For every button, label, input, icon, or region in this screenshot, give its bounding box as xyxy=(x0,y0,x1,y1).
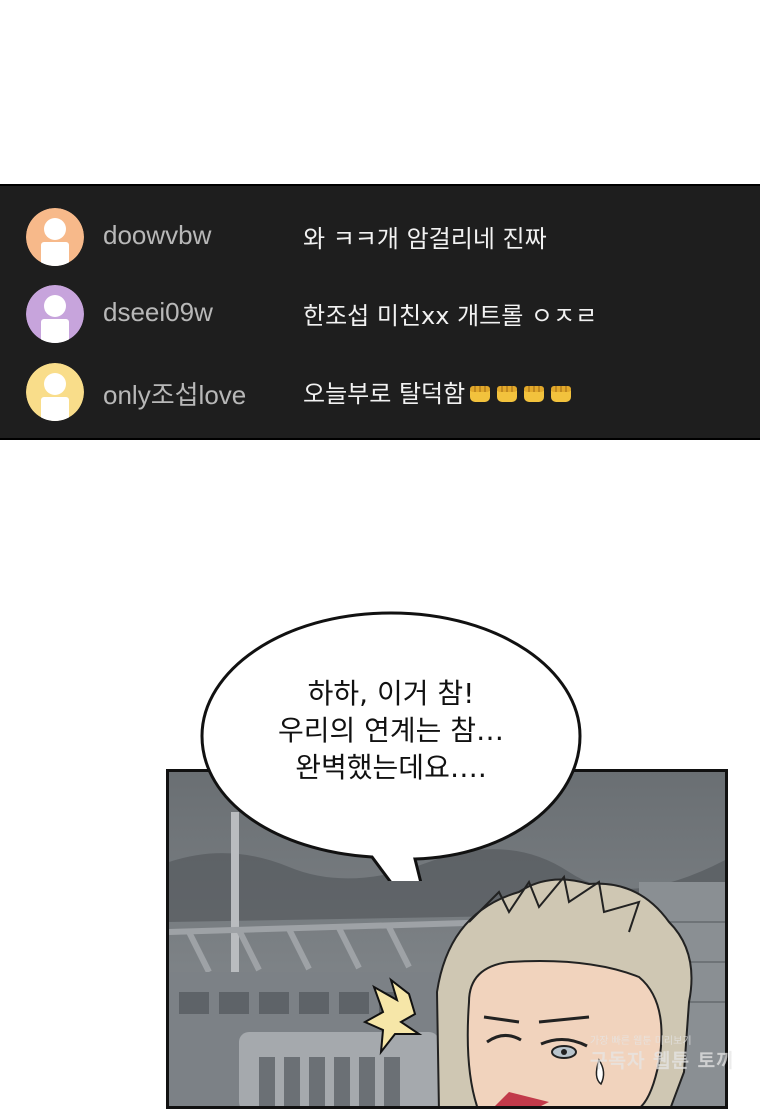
comment-username: only조섭love xyxy=(103,380,247,410)
chat-comment: doowvbw 와 ㅋㅋ개 암걸리네 진짜 xyxy=(0,206,760,270)
chat-comment: dseei09w 한조섭 미친xx 개트롤 ㅇㅈㄹ xyxy=(0,283,760,347)
comment-message: 한조섭 미친xx 개트롤 ㅇㅈㄹ xyxy=(303,302,598,330)
comment-message: 오늘부로 탈덕함 xyxy=(303,374,575,410)
chat-panel: doowvbw 와 ㅋㅋ개 암걸리네 진짜 dseei09w 한조섭 미친xx … xyxy=(0,184,760,440)
dialogue-line: 우리의 연계는 참… xyxy=(277,714,505,747)
comment-username: dseei09w xyxy=(103,297,213,327)
chat-comment: only조섭love 오늘부로 탈덕함 xyxy=(0,361,760,425)
avatar xyxy=(26,208,84,266)
avatar xyxy=(26,285,84,343)
user-avatar-icon xyxy=(26,208,84,266)
speech-bubble-text: 하하, 이거 참! 우리의 연계는 참… 완벽했는데요…. xyxy=(200,675,582,786)
dialogue-line: 완벽했는데요…. xyxy=(295,751,487,784)
user-avatar-icon xyxy=(26,285,84,343)
fist-icon xyxy=(497,386,518,402)
comment-message-text: 오늘부로 탈덕함 xyxy=(303,380,466,408)
watermark: 가장 빠른 웹툰 미리보기 구독자 웹툰 토끼 xyxy=(590,1032,740,1073)
user-avatar-icon xyxy=(26,363,84,421)
fist-icon xyxy=(524,386,545,402)
watermark-tagline: 가장 빠른 웹툰 미리보기 xyxy=(590,1036,692,1047)
watermark-brand: 구독자 웹툰 토끼 xyxy=(590,1050,735,1072)
dialogue-line: 하하, 이거 참! xyxy=(307,677,475,710)
comment-username: doowvbw xyxy=(103,220,212,250)
comment-message: 와 ㅋㅋ개 암걸리네 진짜 xyxy=(303,225,547,253)
fist-icon xyxy=(470,386,491,402)
emoji-group xyxy=(467,382,575,410)
fist-icon xyxy=(551,386,572,402)
avatar xyxy=(26,363,84,421)
